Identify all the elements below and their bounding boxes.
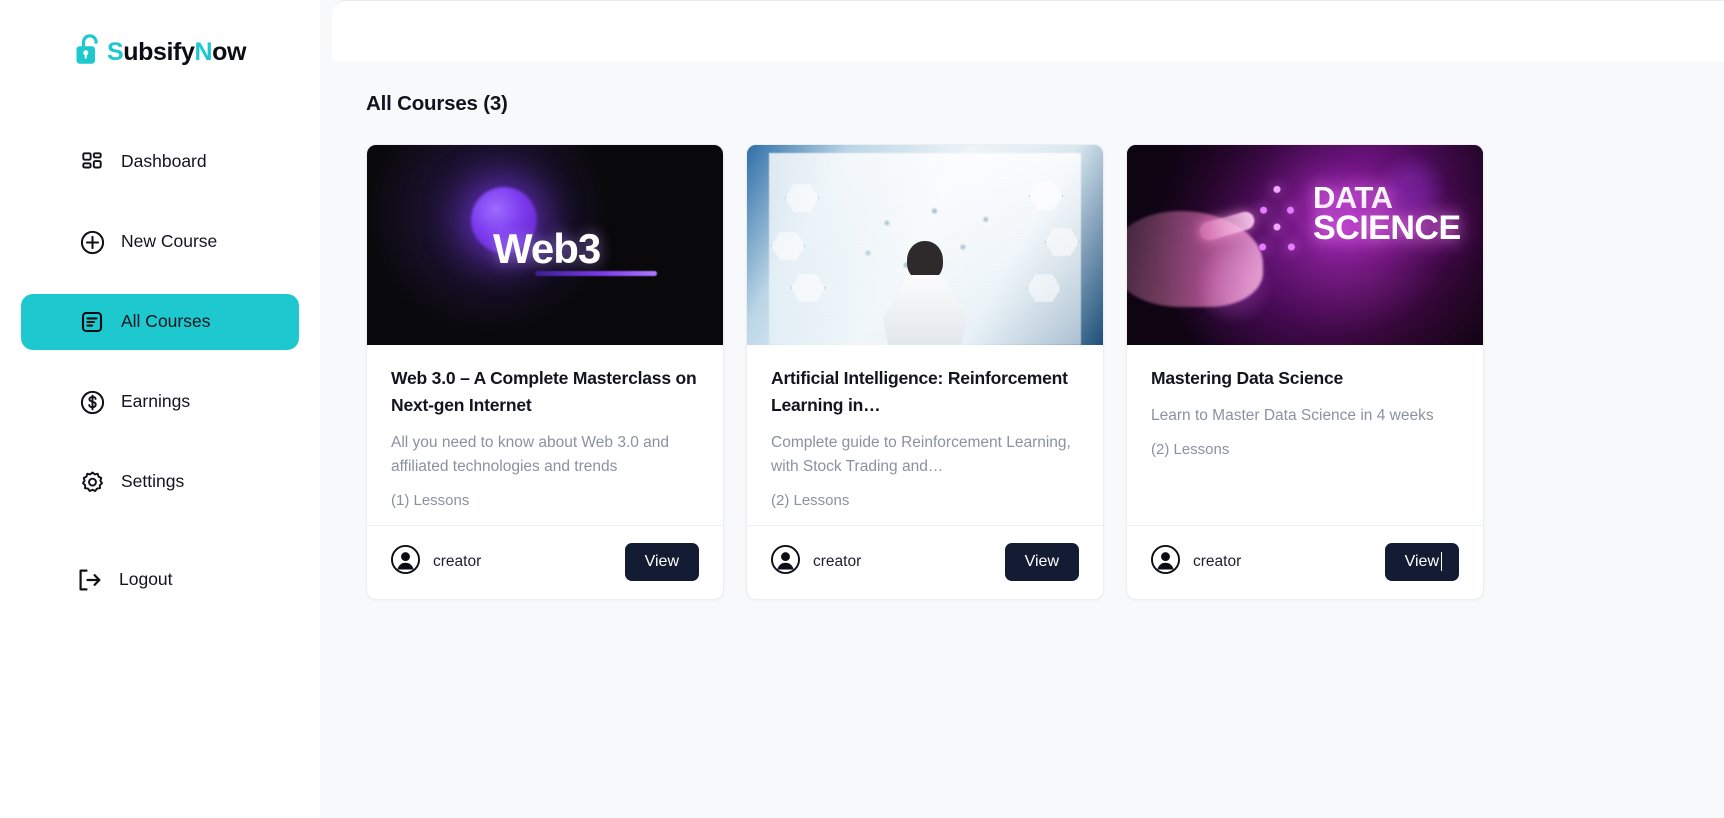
plus-circle-icon — [79, 229, 105, 255]
course-title: Mastering Data Science — [1151, 368, 1344, 388]
dollar-circle-icon — [79, 389, 105, 415]
course-thumbnail-data-science: DATA SCIENCE — [1127, 145, 1483, 345]
brand-name-ubsify: ubsify — [123, 37, 195, 66]
course-description: Complete guide to Reinforcement Learning… — [771, 434, 1071, 475]
course-card[interactable]: Artificial Intelligence: Reinforcement L… — [746, 144, 1104, 600]
sidebar-item-label: Earnings — [121, 391, 191, 412]
person-silhouette-graphic — [877, 241, 973, 345]
open-padlock-icon — [74, 33, 104, 72]
creator-name: creator — [813, 553, 862, 571]
course-lessons-count: (2) Lessons — [1151, 441, 1230, 459]
brand-name-ow: ow — [212, 37, 247, 66]
course-thumbnail-web3: Web3 — [367, 145, 723, 345]
sidebar-item-settings[interactable]: Settings — [21, 454, 299, 510]
sidebar: SubsifyNow Dashboard New Course All Cour… — [0, 0, 320, 818]
view-button[interactable]: View — [1004, 543, 1079, 582]
creator-name: creator — [433, 553, 482, 571]
sidebar-nav: Dashboard New Course All Courses Earning… — [0, 134, 320, 608]
course-thumbnail-ai — [747, 145, 1103, 345]
course-card-footer: creator View — [367, 524, 723, 599]
thumbnail-text: Web3 — [493, 225, 601, 272]
course-title: Artificial Intelligence: Reinforcement L… — [771, 368, 1068, 416]
sidebar-item-label: All Courses — [121, 311, 211, 332]
brand-name-n: N — [194, 37, 213, 66]
course-card-list: Web3 Web 3.0 – A Complete Masterclass on… — [366, 144, 1724, 600]
view-button[interactable]: View — [624, 543, 699, 582]
course-description: Learn to Master Data Science in 4 weeks — [1151, 407, 1434, 425]
creator-name: creator — [1193, 553, 1242, 571]
avatar — [771, 545, 800, 579]
avatar — [391, 545, 420, 579]
sidebar-item-earnings[interactable]: Earnings — [21, 374, 299, 430]
page-title: All Courses (3) — [366, 92, 508, 115]
sidebar-item-logout[interactable]: Logout — [21, 552, 299, 608]
gear-icon — [79, 469, 105, 495]
sidebar-item-new-course[interactable]: New Course — [21, 214, 299, 270]
course-title: Web 3.0 – A Complete Masterclass on Next… — [391, 368, 697, 416]
sidebar-item-label: Logout — [119, 569, 173, 590]
course-card[interactable]: DATA SCIENCE Mastering Data Science Lear… — [1126, 144, 1484, 600]
course-creator: creator — [391, 545, 481, 579]
course-lessons-count: (2) Lessons — [771, 491, 850, 509]
course-card[interactable]: Web3 Web 3.0 – A Complete Masterclass on… — [366, 144, 724, 600]
molecule-graphic — [1253, 183, 1301, 263]
sidebar-item-label: Dashboard — [121, 151, 207, 172]
course-lessons-count: (1) Lessons — [391, 491, 470, 509]
course-card-footer: creator View — [1127, 524, 1483, 599]
purple-underline-graphic — [535, 271, 657, 276]
sidebar-item-all-courses[interactable]: All Courses — [21, 294, 299, 350]
course-card-footer: creator View — [747, 524, 1103, 599]
avatar — [1151, 545, 1180, 579]
main-content: All Courses (3) Web3 Web 3.0 – A Complet… — [320, 0, 1724, 818]
course-card-body: Web 3.0 – A Complete Masterclass on Next… — [367, 345, 723, 525]
sidebar-item-label: Settings — [121, 471, 185, 492]
brand-name: SubsifyNow — [106, 37, 247, 66]
sidebar-item-label: New Course — [121, 231, 218, 252]
course-creator: creator — [1151, 545, 1241, 579]
course-creator: creator — [771, 545, 861, 579]
app-root: SubsifyNow Dashboard New Course All Cour… — [0, 0, 1724, 818]
grid-icon — [79, 149, 105, 175]
list-document-icon — [79, 309, 105, 335]
course-card-body: Artificial Intelligence: Reinforcement L… — [747, 345, 1103, 525]
course-description: All you need to know about Web 3.0 and a… — [391, 434, 670, 475]
brand-logo[interactable]: SubsifyNow — [74, 24, 246, 80]
thumbnail-text: DATA SCIENCE — [1313, 182, 1461, 248]
courses-section: All Courses (3) Web3 Web 3.0 – A Complet… — [320, 62, 1724, 818]
view-button[interactable]: View — [1384, 543, 1459, 582]
sidebar-item-dashboard[interactable]: Dashboard — [21, 134, 299, 190]
logout-arrow-icon — [77, 567, 103, 593]
course-card-body: Mastering Data Science Learn to Master D… — [1127, 345, 1483, 525]
brand-name-s: S — [106, 37, 124, 66]
thumbnail-text-line2: SCIENCE — [1313, 209, 1461, 248]
top-header-bar — [332, 0, 1724, 62]
